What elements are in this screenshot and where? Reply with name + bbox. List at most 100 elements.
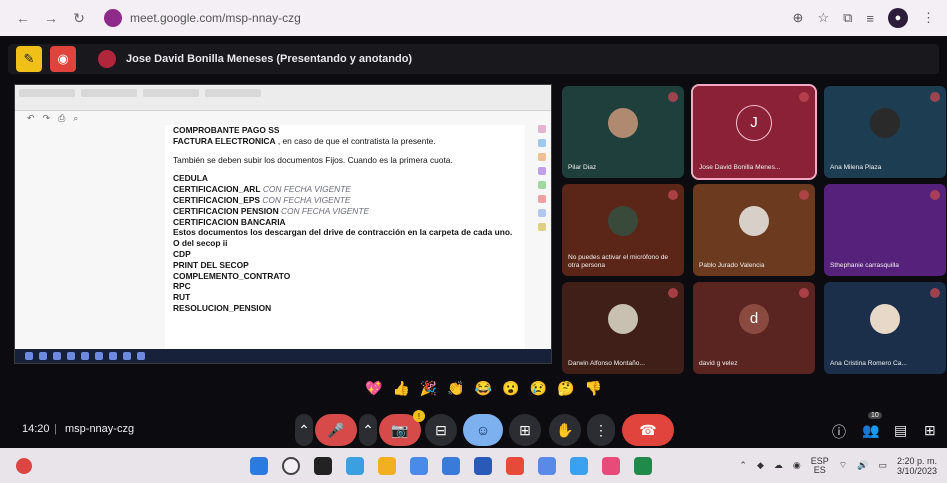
- tray-location-icon[interactable]: ◉: [793, 460, 801, 471]
- reaction-emoji[interactable]: 🎉: [420, 380, 437, 397]
- forward-icon[interactable]: →: [40, 7, 62, 29]
- more-reactions-button[interactable]: ⊞: [509, 414, 541, 446]
- reaction-emoji[interactable]: 😢: [530, 380, 547, 397]
- language-indicator[interactable]: ESP ES: [811, 456, 829, 475]
- chrome-2-icon[interactable]: [506, 456, 524, 475]
- battery-icon[interactable]: ▭: [878, 460, 887, 471]
- participant-avatar: [870, 303, 900, 334]
- zoom-icon: ⌕: [73, 112, 79, 123]
- screen: ← → ↻ meet.google.com/msp-nnay-czg ⊕ ☆ ⧉…: [0, 0, 947, 483]
- meeting-code: msp-nnay-czg: [65, 423, 135, 435]
- word-icon[interactable]: [474, 456, 492, 475]
- windows-taskbar: ⌃ ◆ ☁ ◉ ESP ES ⌔ 🔊 ▭ 2:20 p. m. 3/10/2023: [0, 448, 947, 483]
- mic-off-icon: [799, 190, 809, 200]
- mic-off-icon: [930, 92, 940, 102]
- separator: |: [54, 423, 57, 435]
- chat-icon[interactable]: ▤: [894, 422, 907, 439]
- widgets-icon[interactable]: [16, 457, 32, 474]
- reaction-emoji[interactable]: 🤔: [557, 380, 574, 397]
- reaction-emoji[interactable]: 👎: [585, 380, 602, 397]
- chat-app-icon[interactable]: [346, 456, 364, 475]
- address-bar[interactable]: meet.google.com/msp-nnay-czg: [130, 11, 301, 25]
- excel-icon[interactable]: [634, 456, 652, 475]
- task-view-icon[interactable]: [314, 456, 332, 475]
- doc-list-item: CERTIFICACION PENSION CON FECHA VIGENTE: [173, 205, 370, 216]
- reaction-emoji[interactable]: 💖: [365, 380, 382, 397]
- participant-tile[interactable]: Pilar Diaz: [562, 86, 684, 178]
- reaction-emoji[interactable]: 😂: [475, 380, 492, 397]
- reaction-emoji[interactable]: 👏: [447, 380, 464, 397]
- participant-tile[interactable]: Ana Cristina Romero Ca...: [824, 282, 946, 374]
- shared-side-toolbar: [537, 125, 547, 357]
- file-explorer-icon[interactable]: [378, 456, 396, 475]
- chevron-up-icon[interactable]: ⌃: [739, 460, 747, 471]
- participant-tile[interactable]: d david g velez: [693, 282, 815, 374]
- reaction-emoji[interactable]: 😮: [502, 380, 519, 397]
- chrome-4-icon[interactable]: [602, 456, 620, 475]
- camera-options-button[interactable]: ⌃: [359, 414, 377, 446]
- activities-icon[interactable]: ⊞: [924, 422, 936, 439]
- tray-clock[interactable]: 2:20 p. m. 3/10/2023: [897, 456, 937, 476]
- participant-name: Pilar Diaz: [568, 164, 597, 171]
- doc-paragraph: También se deben subir los documentos Fi…: [173, 154, 453, 165]
- extensions-icon[interactable]: ⧉: [843, 10, 852, 26]
- raise-hand-button[interactable]: ✋: [549, 414, 581, 446]
- mic-options-button[interactable]: ⌃: [295, 414, 313, 446]
- reactions-bar: 💖 👍 🎉 👏 😂 😮 😢 🤔 👎: [365, 380, 602, 397]
- browser-toolbar: ← → ↻ meet.google.com/msp-nnay-czg ⊕ ☆ ⧉…: [0, 0, 947, 36]
- more-options-button[interactable]: ⋮: [587, 414, 615, 446]
- document-page: COMPROBANTE PAGO SS FACTURA ELECTRONICA …: [165, 125, 525, 357]
- participant-tile[interactable]: Pablo Jurado Valencia: [693, 184, 815, 276]
- skype-icon[interactable]: [570, 456, 588, 475]
- participant-tile[interactable]: J Jose David Bonilla Menes...: [691, 84, 817, 180]
- tab-search-icon[interactable]: ≡: [866, 11, 874, 26]
- doc-note: Estos documentos los descargan del drive…: [173, 227, 513, 249]
- mic-toggle-button[interactable]: 🎤: [315, 414, 357, 446]
- participant-tile[interactable]: Ana Milena Plaza: [824, 86, 946, 178]
- participant-name: Darwin Alfonso Montaño...: [568, 360, 645, 367]
- doc-list-item: PRINT DEL SECOP: [173, 259, 249, 270]
- participant-tile[interactable]: Sthephanie carrasquilla: [824, 184, 946, 276]
- back-icon[interactable]: ←: [12, 7, 34, 29]
- profile-icon[interactable]: ●: [888, 8, 908, 28]
- mic-off-icon: [930, 288, 940, 298]
- participant-tile[interactable]: No puedes activar el micrófono de otra p…: [562, 184, 684, 276]
- start-icon[interactable]: [250, 456, 268, 475]
- tray-app-icon[interactable]: ◆: [757, 460, 764, 471]
- wifi-icon[interactable]: ⌔: [839, 460, 847, 471]
- participant-tile[interactable]: Darwin Alfonso Montaño...: [562, 282, 684, 374]
- participant-avatar: [739, 205, 769, 236]
- participant-name: Pablo Jurado Valencia: [699, 262, 765, 269]
- captions-button[interactable]: ⊟: [425, 414, 457, 446]
- onedrive-icon[interactable]: ☁: [774, 460, 783, 471]
- doc-list-item: RPC: [173, 281, 191, 292]
- participant-avatar: d: [739, 303, 769, 334]
- clock: 14:20: [22, 423, 50, 435]
- doc-list-item: CEDULA: [173, 173, 208, 184]
- participant-avatar: [608, 303, 638, 334]
- search-icon[interactable]: [282, 456, 300, 475]
- chrome-icon[interactable]: [410, 456, 428, 475]
- doc-list-item: COMPLEMENTO_CONTRATO: [173, 270, 291, 281]
- menu-icon[interactable]: ⋮: [922, 10, 935, 26]
- reaction-emoji[interactable]: 👍: [392, 380, 409, 397]
- redo-icon: ↷: [42, 112, 51, 123]
- volume-icon[interactable]: 🔊: [857, 460, 868, 471]
- reload-icon[interactable]: ↻: [68, 7, 90, 29]
- shared-taskbar: [15, 349, 551, 363]
- camera-toggle-button[interactable]: 📷!: [379, 410, 425, 446]
- doc-list-item: CERTIFICACION BANCARIA: [173, 216, 286, 227]
- doc-line: , en caso de que el contratista la prese…: [275, 135, 436, 146]
- end-call-button[interactable]: ☎: [622, 414, 674, 446]
- people-icon[interactable]: 👥 10: [862, 412, 882, 439]
- info-icon[interactable]: ⓘ: [832, 422, 846, 442]
- chrome-3-icon[interactable]: [538, 456, 556, 475]
- mic-off-icon: [668, 288, 678, 298]
- present-button[interactable]: ☺: [463, 414, 503, 446]
- zoom-icon[interactable]: ⊕: [793, 10, 804, 26]
- star-icon[interactable]: ☆: [817, 10, 829, 26]
- stop-presenting-icon[interactable]: ◉: [50, 46, 76, 72]
- presenter-avatar: [98, 50, 116, 68]
- edge-icon[interactable]: [442, 456, 460, 475]
- annotate-icon[interactable]: ✎: [16, 46, 42, 72]
